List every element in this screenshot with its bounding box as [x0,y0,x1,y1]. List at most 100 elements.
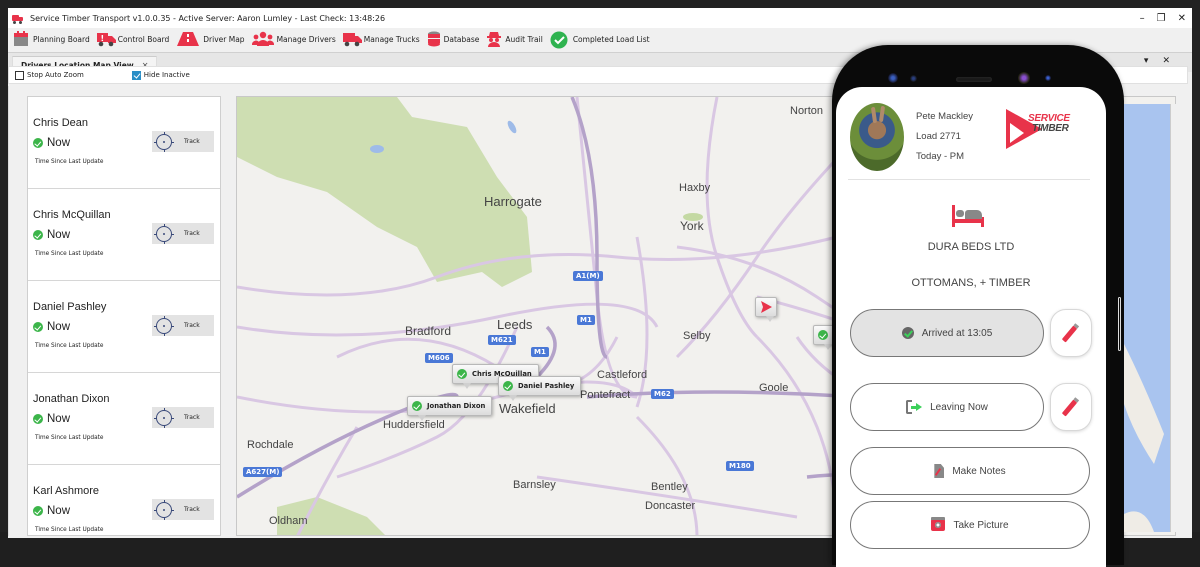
take-picture-label: Take Picture [953,519,1009,531]
leaving-label: Leaving Now [930,401,988,413]
track-button[interactable]: Track [152,499,214,520]
database-label: Database [443,34,480,44]
service-timber-logo: SERVICE TIMBER [1006,109,1092,151]
control-board-label: Control Board [117,34,170,44]
stop-auto-zoom-checkbox[interactable]: Stop Auto Zoom [15,70,84,80]
check-circle-icon [33,506,43,516]
restore-button[interactable]: ❐ [1157,13,1166,24]
phone-driver-name: Pete Mackley [916,111,974,122]
customer-name: DURA BEDS LTD [927,241,1015,253]
sensor-icon [1045,75,1051,81]
truck-icon [342,31,362,47]
phone-side-button [1118,297,1121,351]
manage-trucks-button[interactable]: Manage Trucks [342,29,420,49]
check-circle-icon [33,322,43,332]
arrived-button[interactable]: Arrived at 13:05 [850,309,1044,357]
road-shield: M606 [425,353,453,363]
driver-status: Now [33,137,70,149]
track-button[interactable]: Track [152,315,214,336]
map-place-label: Huddersfield [383,419,445,431]
goods-description: OTTOMANS, + TIMBER [911,277,1031,289]
track-label: Track [184,230,200,237]
app-truck-icon [12,13,24,24]
pencil-icon [1061,325,1078,343]
stop-auto-zoom-box[interactable] [15,70,24,80]
service-timber-flag-icon [761,301,772,313]
minimize-button[interactable]: – [1140,13,1145,24]
window-title: Service Timber Transport v1.0.0.35 - Act… [30,13,386,23]
base-location-pin[interactable] [755,297,777,322]
map-place-label: Barnsley [513,479,556,491]
pin-label: Daniel Pashley [518,382,575,390]
time-since-label: Time Since Last Update [35,251,104,257]
edit-leaving-button[interactable] [1050,383,1092,431]
planning-board-button[interactable]: Planning Board [12,29,90,49]
make-notes-button[interactable]: Make Notes [850,447,1090,495]
database-icon [427,31,441,47]
leaving-now-button[interactable]: Leaving Now [850,383,1044,431]
truck-alert-icon: ! [96,31,116,47]
hide-inactive-box[interactable] [131,70,141,80]
driver-card: Karl Ashmore Now Time Since Last Update Tra… [28,465,220,535]
map-place-label: Goole [759,382,789,394]
audit-trail-button[interactable]: Audit Trail [486,29,543,49]
mobile-phone-mockup: Pete Mackley Load 2771 Today - PM SERVIC… [832,45,1124,567]
map-place-label: Wakefield [499,401,556,416]
completed-load-list-button[interactable]: Completed Load List [550,29,650,49]
track-label: Track [184,138,200,145]
status-text: Now [47,505,71,517]
check-circle-icon [503,381,513,391]
edit-arrival-button[interactable] [1050,309,1092,357]
database-button[interactable]: Database [427,29,480,49]
hide-inactive-checkbox[interactable]: Hide Inactive [131,70,190,80]
map-place-label: Pontefract [580,389,631,401]
map-place-label: Selby [683,330,711,342]
driver-map-label: Driver Map [203,34,245,44]
crosshair-icon [154,407,174,428]
notes-icon [934,464,945,478]
manage-trucks-label: Manage Trucks [363,34,420,44]
check-circle-icon [412,401,422,411]
driver-card: Chris Dean Now Time Since Last Update Track [28,97,220,189]
driver-card: Daniel Pashley Now Time Since Last Update T… [28,281,220,373]
take-picture-button[interactable]: Take Picture [850,501,1090,549]
road-icon [176,31,200,47]
track-button[interactable]: Track [152,131,214,152]
close-button[interactable]: ✕ [1178,13,1186,24]
driver-map-button[interactable]: Driver Map [176,29,245,49]
check-circle-icon [550,31,570,49]
driver-list: Chris Dean Now Time Since Last Update Track… [27,96,221,536]
track-button[interactable]: Track [152,407,214,428]
map-place-label: Harrogate [484,194,542,209]
close-all-tabs-icon[interactable]: ✕ [1162,56,1170,66]
road-shield: A627(M) [243,467,283,477]
svg-text:!: ! [100,34,104,43]
check-icon [901,327,914,339]
audit-trail-label: Audit Trail [505,34,543,44]
map-place-label: Rochdale [247,439,294,451]
map-place-label: Doncaster [645,500,696,512]
map-place-label: York [680,219,704,233]
sensor-icon [910,75,917,82]
status-text: Now [47,413,71,425]
road-shield: M621 [488,335,516,345]
time-since-label: Time Since Last Update [35,159,104,165]
map-place-label: Haxby [679,182,711,194]
map-right-border [1170,104,1184,532]
map-place-label: Castleford [597,369,648,381]
check-circle-icon [33,414,43,424]
driver-map-pin[interactable]: Jonathan Dixon [407,396,493,421]
driver-name: Karl Ashmore [33,485,100,497]
check-circle-icon [457,369,467,379]
track-button[interactable]: Track [152,223,214,244]
control-board-button[interactable]: ! Control Board [96,29,170,49]
check-circle-icon [33,230,43,240]
manage-drivers-button[interactable]: Manage Drivers [251,29,336,49]
driver-map-pin[interactable]: Daniel Pashley [498,376,582,401]
camera-icon [931,517,946,531]
driver-name: Jonathan Dixon [33,393,110,405]
tab-dropdown-icon[interactable]: ▾ [1144,56,1149,66]
track-label: Track [184,322,200,329]
crosshair-icon [154,315,174,336]
driver-card: Jonathan Dixon Now Time Since Last Update T… [28,373,220,465]
